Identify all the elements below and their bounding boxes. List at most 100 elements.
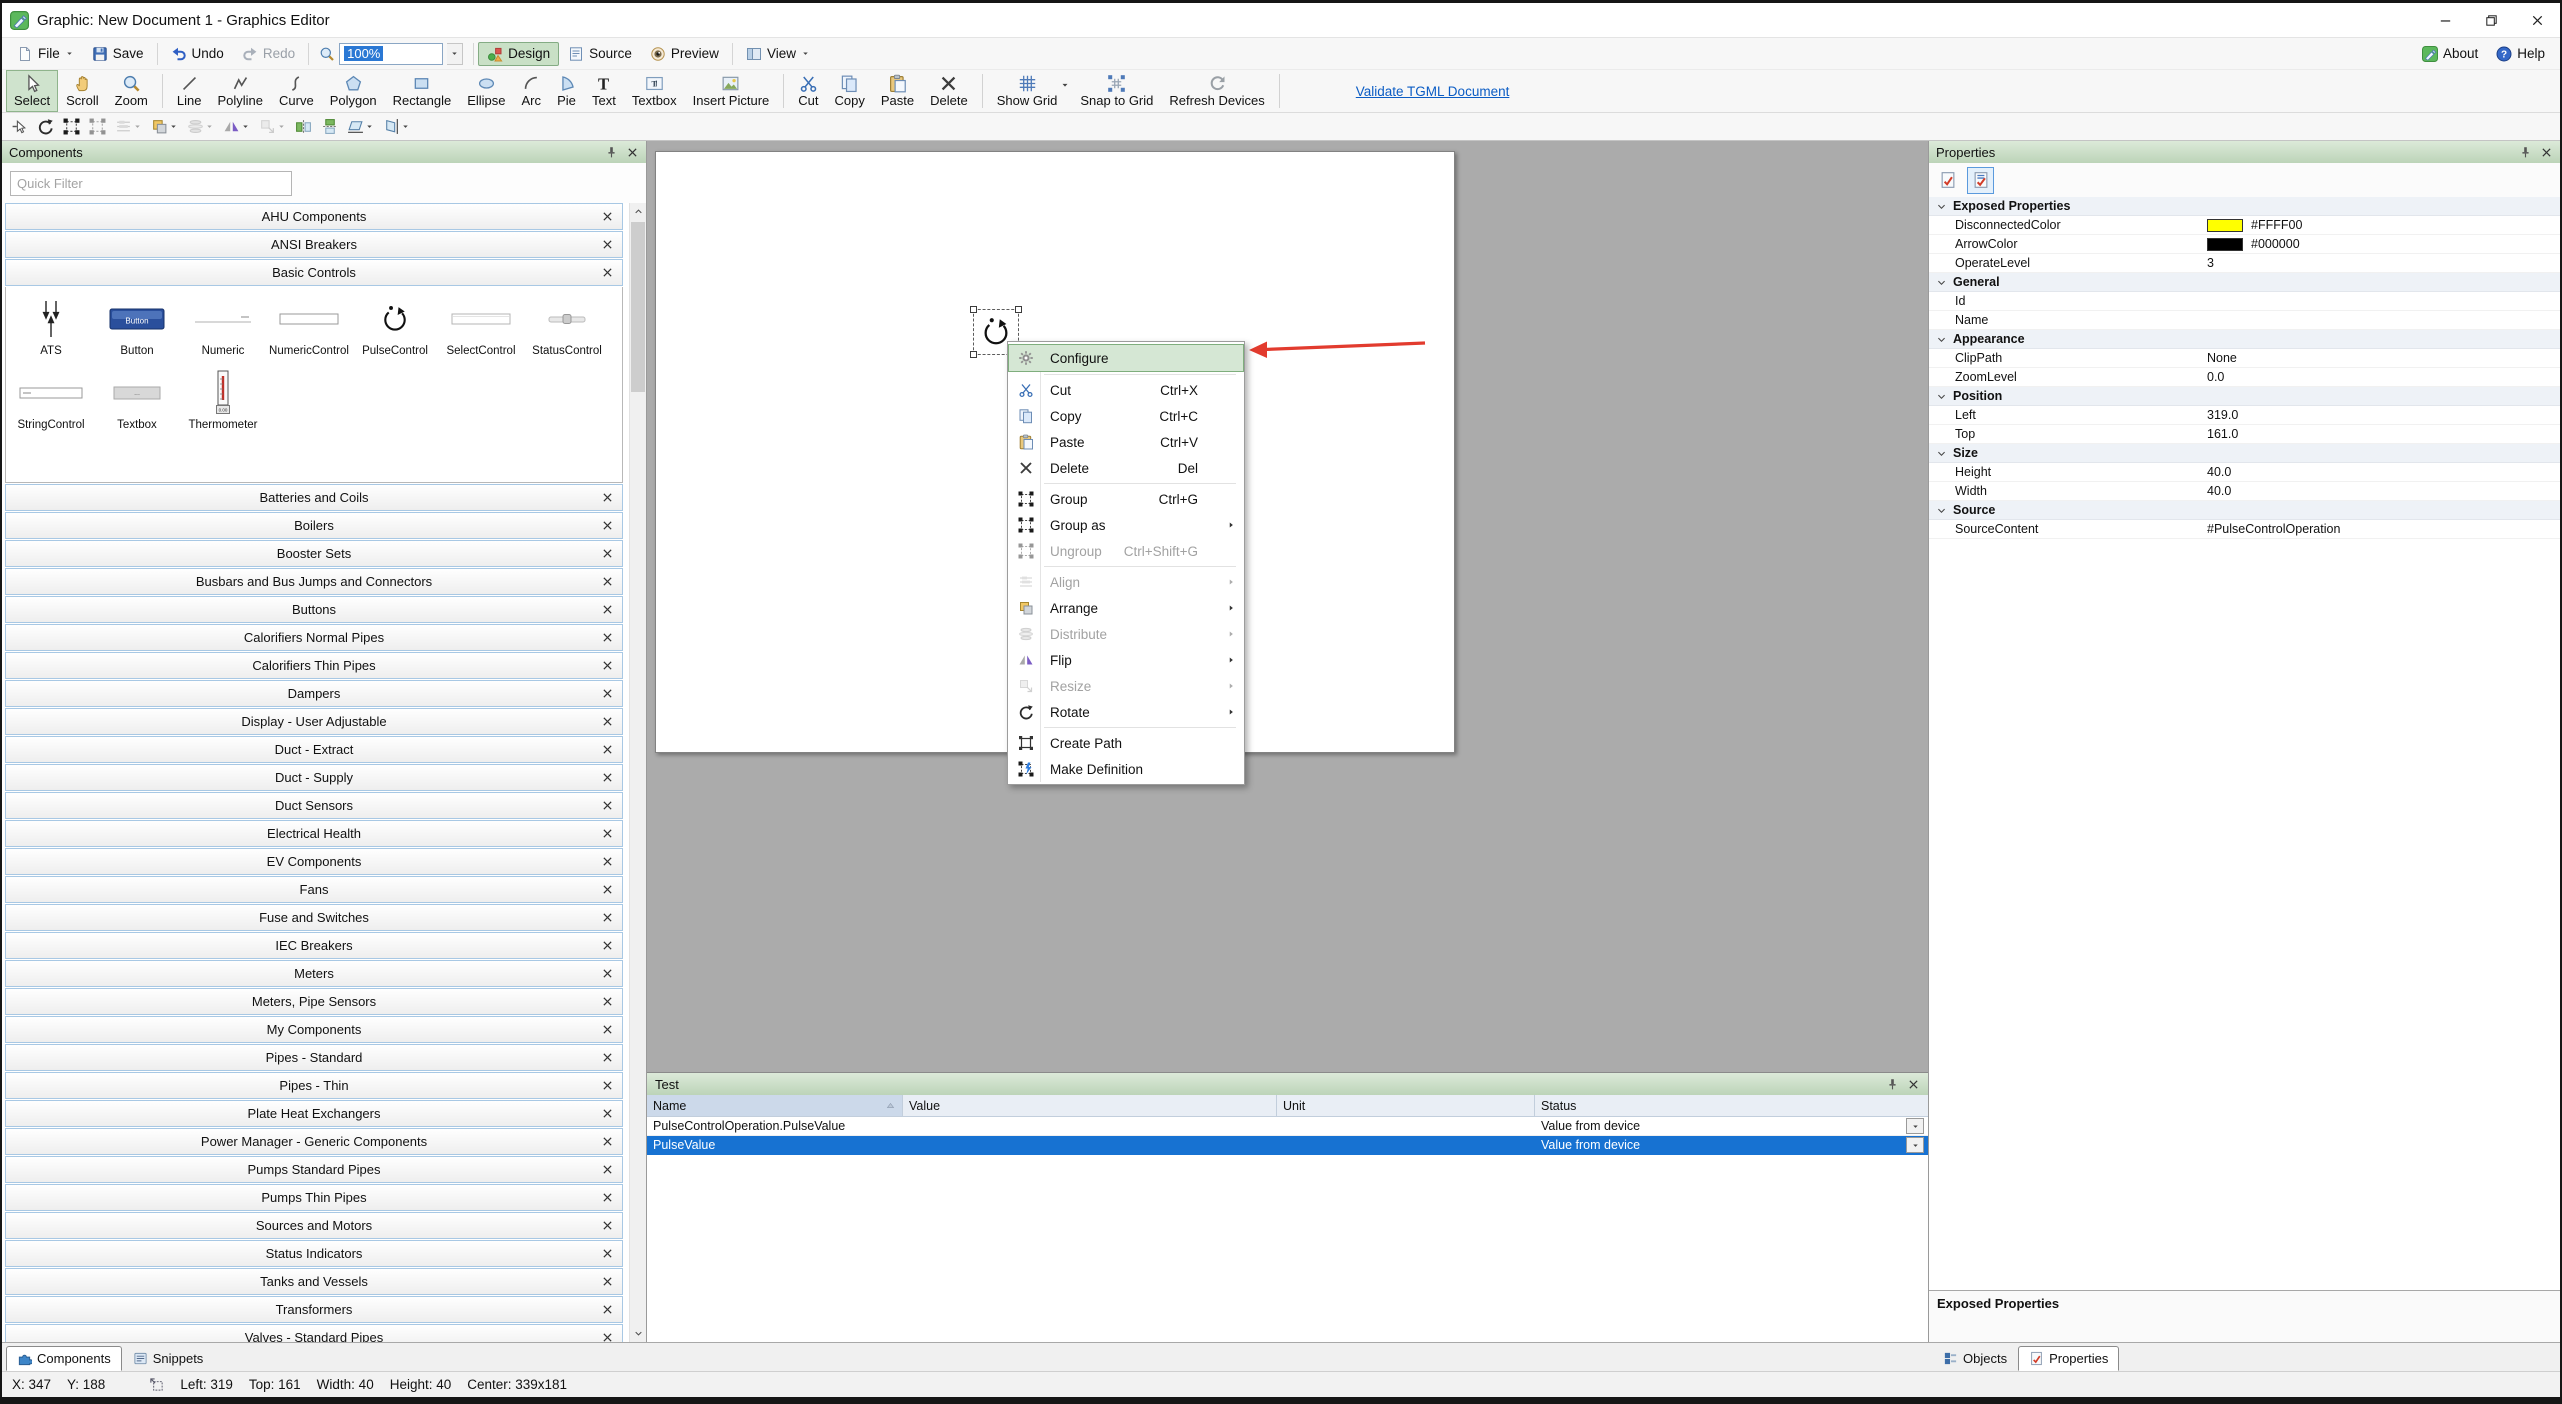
component-textbox[interactable]: ... Textbox (94, 369, 180, 431)
edit-tool-resize[interactable] (256, 116, 289, 137)
view-menu[interactable]: View (737, 42, 819, 66)
validate-tgml-document-link[interactable]: Validate TGML Document (1356, 84, 1510, 99)
menu-item-distribute[interactable]: Distribute (1008, 621, 1244, 647)
tool-refresh-devices[interactable]: Refresh Devices (1161, 70, 1272, 112)
save-button[interactable]: Save (83, 42, 153, 66)
tool-rectangle[interactable]: Rectangle (385, 70, 460, 112)
close-category-icon[interactable] (601, 687, 614, 700)
tool-cut[interactable]: Cut (790, 70, 826, 112)
close-category-icon[interactable] (601, 771, 614, 784)
menu-item-create-path[interactable]: Create Path (1008, 730, 1244, 756)
property-group-position[interactable]: Position (1929, 387, 2560, 406)
source-mode-button[interactable]: Source (559, 42, 641, 66)
edit-tool-rotate[interactable] (34, 116, 57, 137)
scrollbar-track[interactable] (630, 220, 646, 1325)
component-statuscontrol[interactable]: StatusControl (524, 295, 610, 357)
close-category-icon[interactable] (601, 659, 614, 672)
close-category-icon[interactable] (601, 995, 614, 1008)
show-all-properties-button[interactable] (1967, 166, 1994, 194)
close-category-icon[interactable] (601, 210, 614, 223)
show-basic-properties-button[interactable] (1934, 167, 1961, 194)
column-header-unit[interactable]: Unit (1277, 1095, 1535, 1116)
close-category-icon[interactable] (601, 911, 614, 924)
component-stringcontrol[interactable]: StringControl (8, 369, 94, 431)
zoom-dropdown-button[interactable] (447, 42, 464, 65)
tool-select[interactable]: Select (6, 70, 59, 112)
property-left[interactable]: Left 319.0 (1929, 406, 2560, 425)
category-meters[interactable]: Meters (5, 960, 623, 987)
quick-filter-input[interactable] (10, 170, 292, 196)
category-booster-sets[interactable]: Booster Sets (5, 540, 623, 567)
close-category-icon[interactable] (601, 883, 614, 896)
close-category-icon[interactable] (601, 715, 614, 728)
category-pumps-standard-pipes[interactable]: Pumps Standard Pipes (5, 1156, 623, 1183)
menu-item-cut[interactable]: Cut Ctrl+X (1008, 377, 1244, 403)
category-pipes-thin[interactable]: Pipes - Thin (5, 1072, 623, 1099)
tool-snap-to-grid[interactable]: Snap to Grid (1072, 70, 1161, 112)
scroll-down-icon[interactable] (630, 1325, 646, 1342)
category-pipes-standard[interactable]: Pipes - Standard (5, 1044, 623, 1071)
property-operatelevel[interactable]: OperateLevel 3 (1929, 254, 2560, 273)
category-duct-sensors[interactable]: Duct Sensors (5, 792, 623, 819)
file-menu[interactable]: File (8, 42, 83, 66)
edit-tool-skew-horizontal[interactable] (344, 116, 377, 137)
menu-item-ungroup[interactable]: Ungroup Ctrl+Shift+G (1008, 538, 1244, 564)
close-category-icon[interactable] (601, 1135, 614, 1148)
component-numericcontrol[interactable]: NumericControl (266, 295, 352, 357)
pin-icon[interactable] (605, 146, 618, 159)
category-iec-breakers[interactable]: IEC Breakers (5, 932, 623, 959)
redo-button[interactable]: Redo (233, 42, 304, 66)
tool-polygon[interactable]: Polygon (322, 70, 385, 112)
tab-properties[interactable]: Properties (2018, 1346, 2120, 1371)
about-button[interactable]: About (2413, 42, 2487, 66)
pin-icon[interactable] (2519, 146, 2532, 159)
property-group-source[interactable]: Source (1929, 501, 2560, 520)
category-calorifiers-thin-pipes[interactable]: Calorifiers Thin Pipes (5, 652, 623, 679)
resize-handle[interactable] (970, 306, 977, 313)
category-pumps-thin-pipes[interactable]: Pumps Thin Pipes (5, 1184, 623, 1211)
preview-mode-button[interactable]: Preview (641, 42, 728, 66)
status-dropdown-button[interactable] (1906, 1137, 1924, 1153)
category-fans[interactable]: Fans (5, 876, 623, 903)
category-buttons[interactable]: Buttons (5, 596, 623, 623)
edit-tool-flip[interactable] (220, 116, 253, 137)
category-sources-and-motors[interactable]: Sources and Motors (5, 1212, 623, 1239)
category-electrical-health[interactable]: Electrical Health (5, 820, 623, 847)
status-dropdown-button[interactable] (1906, 1118, 1924, 1134)
category-ansi-breakers[interactable]: ANSI Breakers (5, 231, 623, 258)
close-category-icon[interactable] (601, 799, 614, 812)
property-zoomlevel[interactable]: ZoomLevel 0.0 (1929, 368, 2560, 387)
component-pulsecontrol[interactable]: PulseControl (352, 295, 438, 357)
property-top[interactable]: Top 161.0 (1929, 425, 2560, 444)
tool-delete[interactable]: Delete (922, 70, 976, 112)
edit-tool-group[interactable] (60, 116, 83, 137)
property-height[interactable]: Height 40.0 (1929, 463, 2560, 482)
category-plate-heat-exchangers[interactable]: Plate Heat Exchangers (5, 1100, 623, 1127)
tool-pie[interactable]: Pie (549, 70, 584, 112)
property-group-appearance[interactable]: Appearance (1929, 330, 2560, 349)
design-mode-button[interactable]: Design (478, 41, 560, 66)
close-category-icon[interactable] (601, 855, 614, 868)
edit-tool-flip-horizontal[interactable] (292, 116, 315, 137)
category-valves-standard-pipes[interactable]: Valves - Standard Pipes (5, 1324, 623, 1342)
column-header-value[interactable]: Value (903, 1095, 1277, 1116)
close-panel-icon[interactable] (1907, 1078, 1920, 1091)
menu-item-copy[interactable]: Copy Ctrl+C (1008, 403, 1244, 429)
category-tanks-and-vessels[interactable]: Tanks and Vessels (5, 1268, 623, 1295)
close-category-icon[interactable] (601, 238, 614, 251)
tool-scroll[interactable]: Scroll (58, 70, 107, 112)
tool-arc[interactable]: Arc (514, 70, 550, 112)
category-busbars-and-bus-jumps-and-connectors[interactable]: Busbars and Bus Jumps and Connectors (5, 568, 623, 595)
tool-textbox[interactable]: T Textbox (624, 70, 685, 112)
edit-tool-pointer-pin[interactable] (8, 116, 31, 137)
tool-ellipse[interactable]: Ellipse (459, 70, 513, 112)
menu-item-align[interactable]: Align (1008, 569, 1244, 595)
menu-item-delete[interactable]: Delete Del (1008, 455, 1244, 481)
category-transformers[interactable]: Transformers (5, 1296, 623, 1323)
menu-item-arrange[interactable]: Arrange (1008, 595, 1244, 621)
close-category-icon[interactable] (601, 743, 614, 756)
zoom-combo[interactable]: 100% (313, 42, 469, 65)
category-boilers[interactable]: Boilers (5, 512, 623, 539)
edit-tool-distribute[interactable] (184, 116, 217, 137)
edit-tool-flip-vertical[interactable] (318, 116, 341, 137)
